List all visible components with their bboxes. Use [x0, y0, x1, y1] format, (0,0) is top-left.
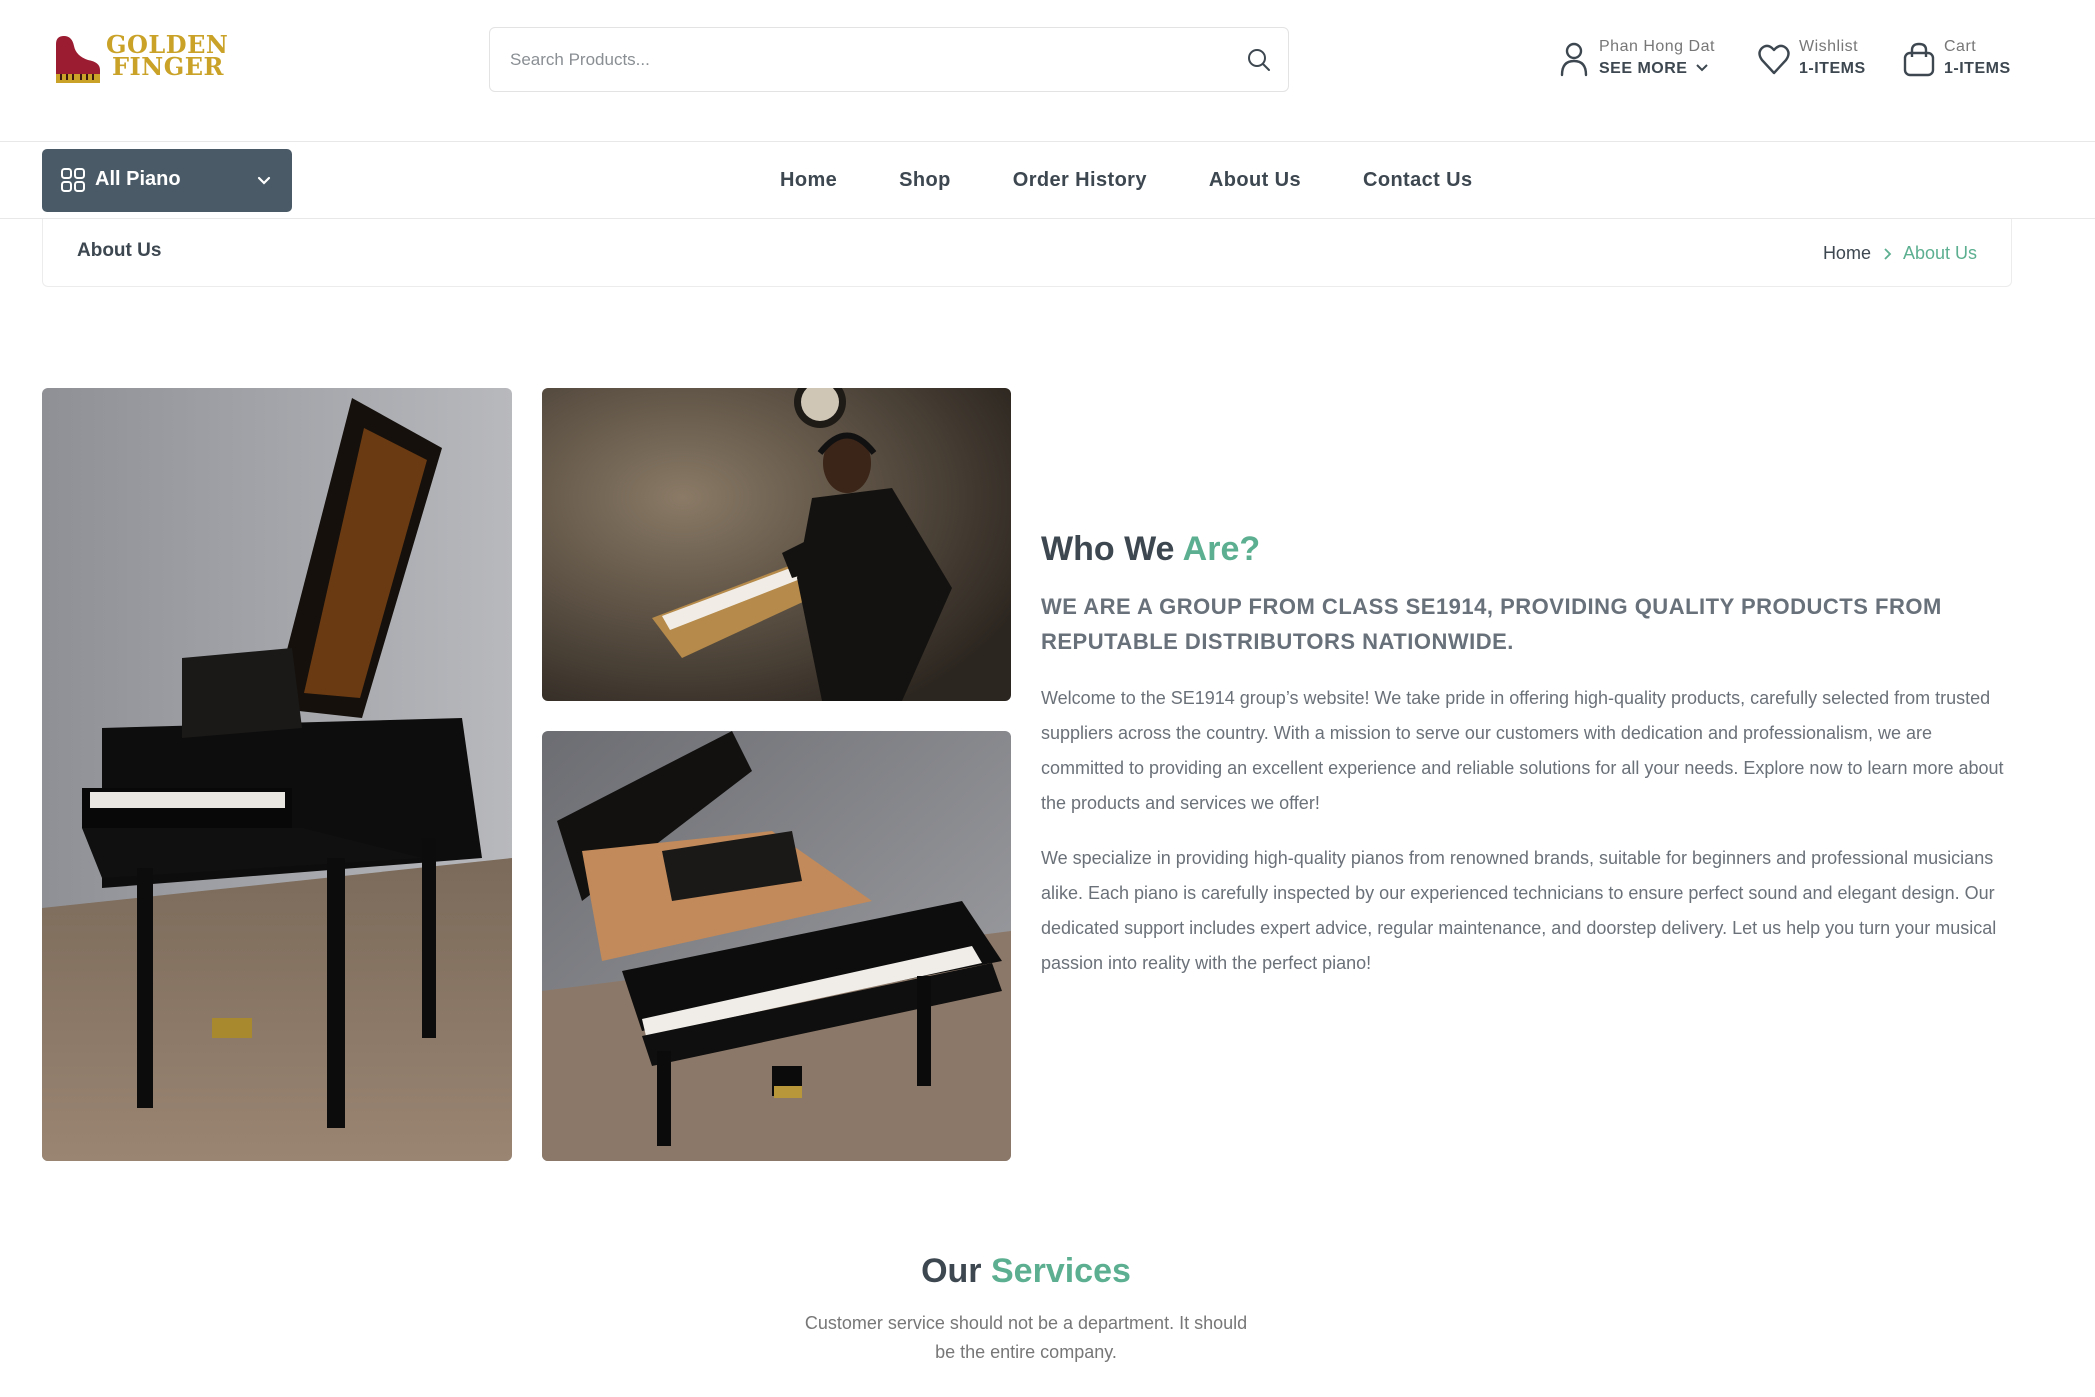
- chevron-down-icon: [257, 176, 271, 185]
- bag-icon: [1903, 42, 1935, 77]
- user-icon: [1560, 42, 1588, 77]
- services-heading: Our Services: [0, 1252, 2052, 1291]
- brand-name: GOLDEN FINGER: [106, 33, 228, 81]
- nav-about-us[interactable]: About Us: [1209, 169, 1301, 192]
- see-more-link[interactable]: SEE MORE: [1599, 60, 1709, 78]
- breadcrumb-current: About Us: [1902, 243, 1977, 263]
- grid-icon: [61, 168, 85, 192]
- site-logo[interactable]: GOLDEN FINGER: [52, 30, 228, 86]
- main-navigation: All Piano Home Shop Order History About …: [0, 142, 2095, 219]
- grand-piano-open-photo: [542, 731, 1011, 1161]
- wishlist-count: 1-ITEMS: [1799, 60, 1866, 77]
- cart-label: Cart: [1944, 38, 1977, 55]
- chevron-down-icon: [1696, 64, 1709, 72]
- account-name: Phan Hong Dat: [1599, 38, 1715, 55]
- grand-piano-photo: [42, 388, 512, 1161]
- site-header: GOLDEN FINGER Phan Hong Dat SEE MORE: [0, 0, 2095, 142]
- nav-order-history[interactable]: Order History: [1013, 169, 1147, 192]
- about-subtitle: WE ARE A GROUP FROM CLASS SE1914, PROVID…: [1041, 594, 1942, 654]
- account-menu[interactable]: Phan Hong Dat SEE MORE: [1557, 36, 1757, 86]
- nav-home[interactable]: Home: [780, 169, 837, 192]
- search-bar: [489, 27, 1289, 92]
- all-piano-dropdown[interactable]: All Piano: [42, 149, 292, 212]
- breadcrumb-home-link[interactable]: Home: [1823, 243, 1871, 264]
- chevron-right-icon: [1884, 247, 1892, 260]
- about-heading-accent: Are?: [1182, 530, 1261, 568]
- page-title: About Us: [77, 240, 162, 261]
- search-input[interactable]: [510, 28, 1210, 91]
- nav-contact-us[interactable]: Contact Us: [1363, 169, 1473, 192]
- about-heading-main: Who We: [1041, 530, 1175, 568]
- about-section: Who We Are? WE ARE A GROUP FROM CLASS SE…: [1041, 530, 2011, 981]
- all-piano-label: All Piano: [95, 168, 181, 190]
- cart-link[interactable]: Cart 1-ITEMS: [1902, 36, 2022, 86]
- about-heading: Who We Are?: [1041, 530, 2011, 569]
- services-tagline: Customer service should not be a departm…: [804, 1313, 1248, 1362]
- cart-count: 1-ITEMS: [1944, 60, 2011, 77]
- breadcrumb-trail: Home About Us: [1823, 243, 1977, 264]
- about-paragraph-1: Welcome to the SE1914 group’s website! W…: [1041, 688, 2004, 813]
- about-paragraph-2: We specialize in providing high-quality …: [1041, 848, 1997, 973]
- breadcrumb: About Us Home About Us: [42, 219, 2012, 287]
- see-more-label: SEE MORE: [1599, 60, 1688, 77]
- search-button[interactable]: [1244, 45, 1274, 75]
- services-heading-main: Our: [921, 1252, 982, 1290]
- nav-shop[interactable]: Shop: [899, 169, 951, 192]
- services-heading-accent: Services: [991, 1252, 1131, 1290]
- wishlist-link[interactable]: Wishlist 1-ITEMS: [1757, 36, 1877, 86]
- pianist-photo: [542, 388, 1011, 701]
- services-section: Our Services Customer service should not…: [0, 1252, 2052, 1367]
- heart-icon: [1758, 44, 1790, 75]
- brand-line-2: FINGER: [112, 52, 224, 81]
- nav-links: Home Shop Order History About Us Contact…: [780, 142, 1535, 219]
- search-icon: [1248, 49, 1270, 71]
- piano-logo-icon: [56, 36, 100, 83]
- wishlist-label: Wishlist: [1799, 38, 1859, 55]
